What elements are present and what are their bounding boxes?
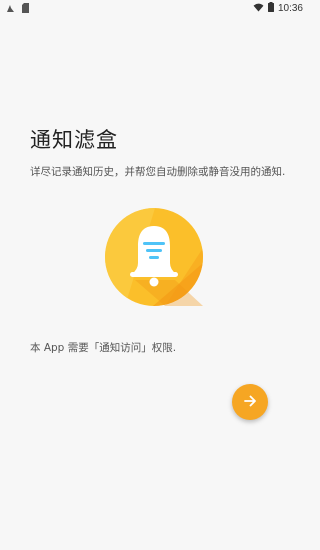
sd-card-icon: [21, 3, 30, 16]
wifi-icon: [253, 3, 264, 15]
battery-icon: [267, 2, 274, 15]
permission-note: 本 App 需要「通知访问」权限.: [30, 342, 177, 354]
next-button[interactable]: [232, 384, 268, 420]
page-title: 通知滤盒: [30, 128, 118, 152]
arrow-right-icon: [243, 393, 257, 412]
image-icon: [6, 3, 15, 16]
bell-filter-icon: [105, 208, 203, 306]
page-description: 详尽记录通知历史，并帮您自动删除或静音没用的通知.: [30, 166, 286, 178]
status-time: 10:36: [277, 3, 303, 14]
status-bar: 10:36: [0, 0, 309, 16]
